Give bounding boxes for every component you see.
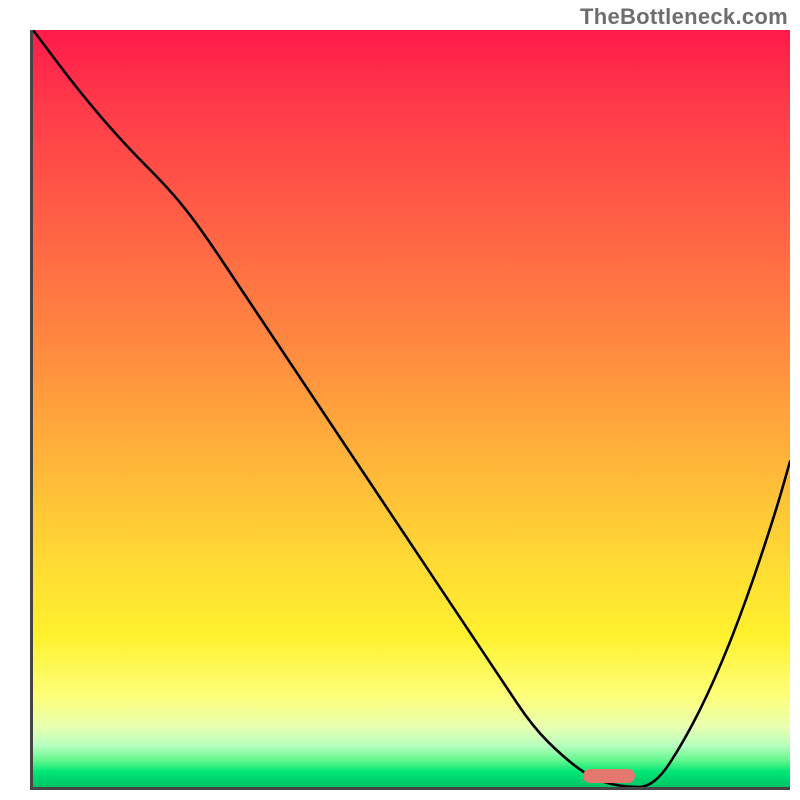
optimal-marker <box>583 769 635 783</box>
plot-area <box>30 30 790 790</box>
bottleneck-curve <box>33 30 790 787</box>
watermark-text: TheBottleneck.com <box>580 4 788 30</box>
figure-canvas: TheBottleneck.com <box>0 0 800 800</box>
